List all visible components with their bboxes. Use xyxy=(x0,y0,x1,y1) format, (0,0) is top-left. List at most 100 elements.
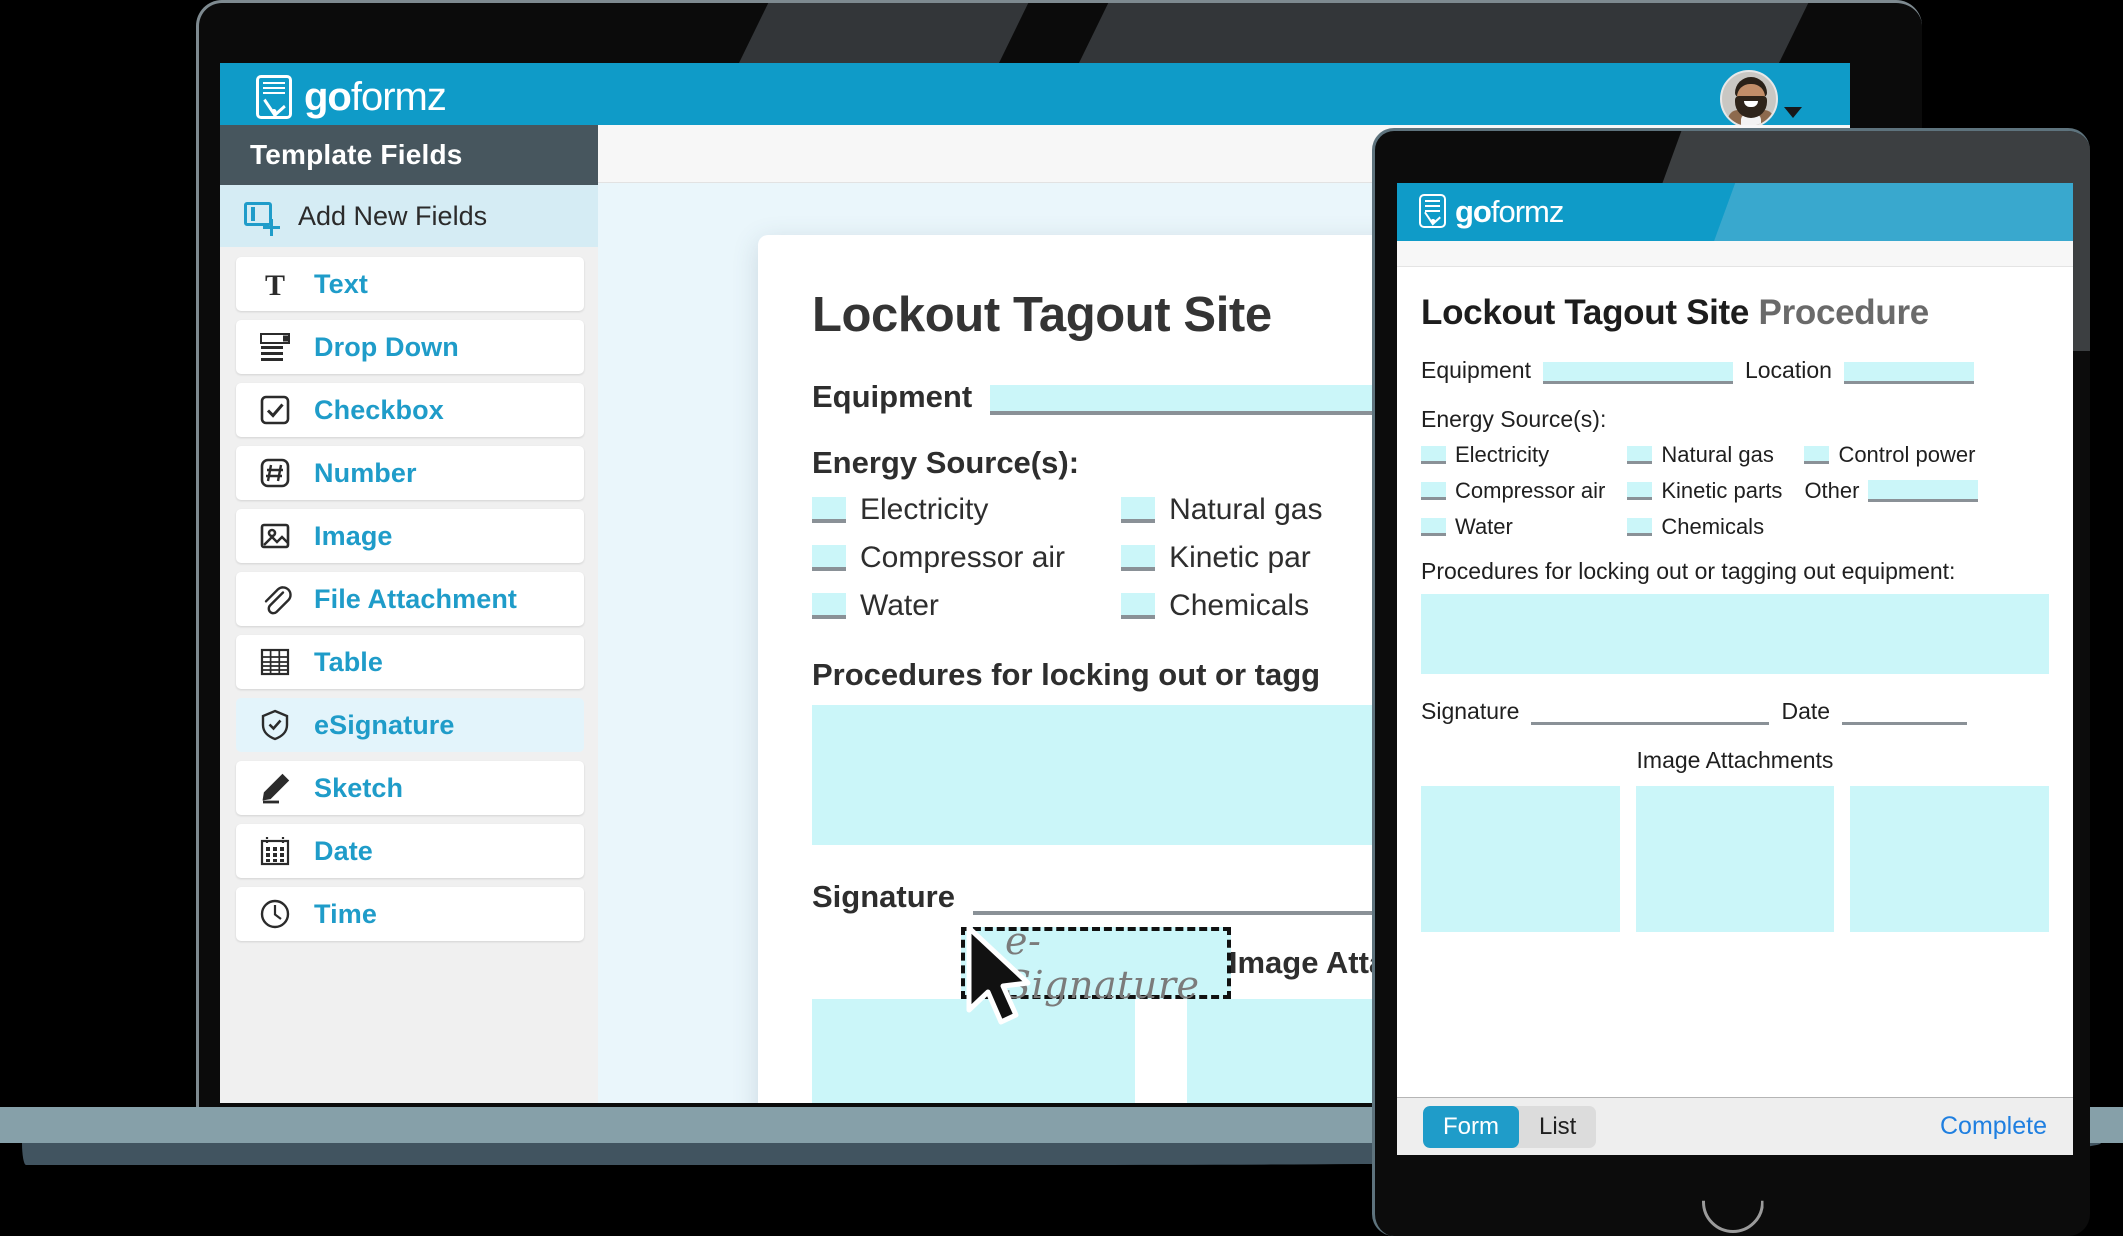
sidebar-item-date[interactable]: Date xyxy=(236,824,584,878)
checkbox-row[interactable]: Natural gas xyxy=(1627,442,1782,468)
checkbox-label: Electricity xyxy=(860,493,989,526)
text-icon: T xyxy=(256,265,294,303)
checkbox-label: Chemicals xyxy=(1169,589,1310,622)
checkbox-row[interactable]: Electricity xyxy=(812,493,1065,527)
app-header: goformz xyxy=(220,63,1850,128)
checkbox-kinetic-parts[interactable] xyxy=(1121,545,1156,571)
calendar-icon xyxy=(256,832,294,870)
other-row[interactable]: Other xyxy=(1804,478,1979,504)
avatar[interactable] xyxy=(1720,70,1778,128)
home-button[interactable] xyxy=(1701,1200,1764,1233)
checkbox-natural-gas[interactable] xyxy=(1627,446,1653,464)
checkbox-row[interactable]: Natural gas xyxy=(1121,493,1322,527)
checkbox-compressor-air[interactable] xyxy=(1421,482,1446,500)
checkbox-row[interactable]: Compressor air xyxy=(1421,478,1605,504)
tab-list[interactable]: List xyxy=(1519,1106,1596,1148)
logo-formz: formz xyxy=(350,75,447,119)
goformz-logo[interactable]: goformz xyxy=(256,75,447,119)
checkbox-control-power[interactable] xyxy=(1804,446,1830,464)
sidebar-item-time[interactable]: Time xyxy=(236,887,584,941)
sidebar-item-label: Image xyxy=(314,520,393,551)
sidebar-item-text[interactable]: T Text xyxy=(236,257,584,311)
sidebar-item-label: Time xyxy=(314,898,377,929)
sidebar-item-label: Table xyxy=(314,646,384,677)
checkbox-row[interactable]: Kinetic par xyxy=(1121,541,1322,575)
equipment-label: Equipment xyxy=(812,379,973,414)
view-mode-segmented-control[interactable]: Form List xyxy=(1423,1105,1597,1148)
checkbox-row[interactable]: Electricity xyxy=(1421,442,1605,468)
checkbox-row[interactable]: Chemicals xyxy=(1627,514,1782,540)
attachment-slot[interactable] xyxy=(1850,786,2050,932)
add-new-fields-button[interactable]: Add New Fields xyxy=(220,185,598,247)
goformz-logo[interactable]: goformz xyxy=(1419,193,1564,229)
checkbox-chemicals[interactable] xyxy=(1121,593,1156,619)
checkbox-kinetic-parts[interactable] xyxy=(1627,482,1653,500)
equipment-input[interactable] xyxy=(990,385,1411,415)
checkbox-row[interactable]: Water xyxy=(1421,514,1605,540)
checkbox-label: Kinetic parts xyxy=(1661,478,1783,503)
title-gray: Procedure xyxy=(1758,293,1930,332)
logo-go: go xyxy=(304,75,352,119)
energy-column-2: Natural gas Kinetic par Chemicals xyxy=(1121,493,1322,623)
other-input[interactable] xyxy=(1868,480,1979,502)
signature-input[interactable] xyxy=(1531,703,1770,725)
attachment-slot[interactable] xyxy=(1635,786,1835,932)
sidebar-item-label: Number xyxy=(314,457,417,488)
checkbox-label: Water xyxy=(1455,514,1513,539)
signature-date-row: Signature Date xyxy=(1421,698,2049,725)
energy-column-1: Electricity Compressor air Water xyxy=(812,493,1065,623)
checkbox-row[interactable]: Water xyxy=(812,589,1065,623)
image-icon xyxy=(256,517,294,555)
svg-text:T: T xyxy=(265,269,285,302)
sidebar-item-number[interactable]: Number xyxy=(236,446,584,500)
checkbox-label: Kinetic par xyxy=(1169,541,1311,574)
checkbox-chemicals[interactable] xyxy=(1627,518,1653,536)
user-menu[interactable] xyxy=(1720,70,1802,128)
checkbox-water[interactable] xyxy=(812,593,846,619)
clock-icon xyxy=(256,895,294,933)
date-input[interactable] xyxy=(1842,703,1968,725)
checkbox-water[interactable] xyxy=(1421,518,1446,536)
mouse-cursor-icon xyxy=(966,925,1031,1025)
checkbox-electricity[interactable] xyxy=(812,497,846,523)
attachment-slot[interactable] xyxy=(1421,786,1620,932)
procedures-textarea[interactable] xyxy=(1421,594,2049,674)
equipment-input[interactable] xyxy=(1542,362,1733,384)
add-field-icon xyxy=(244,202,280,236)
sidebar-item-checkbox[interactable]: Checkbox xyxy=(236,383,584,437)
checkbox-electricity[interactable] xyxy=(1421,446,1446,464)
sidebar-item-sketch[interactable]: Sketch xyxy=(236,761,584,815)
checkbox-row[interactable]: Compressor air xyxy=(812,541,1065,575)
table-icon xyxy=(256,643,294,681)
add-new-fields-label: Add New Fields xyxy=(298,200,488,231)
sidebar-item-table[interactable]: Table xyxy=(236,635,584,689)
chevron-down-icon[interactable] xyxy=(1784,107,1802,118)
tablet-form[interactable]: Lockout Tagout Site Procedure Equipment … xyxy=(1397,267,2073,1097)
sidebar-item-esignature[interactable]: eSignature xyxy=(236,698,584,752)
energy-column-2: Natural gas Kinetic parts Chemicals xyxy=(1627,442,1782,540)
tab-form[interactable]: Form xyxy=(1423,1105,1519,1148)
checkbox-row[interactable]: Control power xyxy=(1804,442,1978,468)
checkbox-label: Water xyxy=(860,589,939,622)
sidebar-item-file-attachment[interactable]: File Attachment xyxy=(236,572,584,626)
goformz-tablet-icon xyxy=(256,75,292,119)
sidebar-item-image[interactable]: Image xyxy=(236,509,584,563)
energy-sources-group: Electricity Compressor air Water Natural… xyxy=(1421,442,2049,540)
logo-go: go xyxy=(1455,193,1492,229)
checkbox-label: Natural gas xyxy=(1169,493,1323,526)
complete-button[interactable]: Complete xyxy=(1940,1112,2047,1141)
energy-sources-title: Energy Source(s): xyxy=(1421,406,1607,432)
checkbox-row[interactable]: Kinetic parts xyxy=(1627,478,1782,504)
checkbox-natural-gas[interactable] xyxy=(1121,497,1156,523)
sidebar-item-drop-down[interactable]: Drop Down xyxy=(236,320,584,374)
goformz-tablet-icon xyxy=(1419,194,1446,228)
equipment-location-row: Equipment Location xyxy=(1421,357,2049,384)
checkbox-compressor-air[interactable] xyxy=(812,545,846,571)
sidebar-title: Template Fields xyxy=(250,139,463,170)
attachments-label: Image Attachments xyxy=(1636,747,1834,773)
location-input[interactable] xyxy=(1843,362,1974,384)
goformz-wordmark: goformz xyxy=(1455,193,1564,229)
checkbox-row[interactable]: Chemicals xyxy=(1121,589,1322,623)
energy-column-1: Electricity Compressor air Water xyxy=(1421,442,1605,540)
tablet-device: goformz Lockout Tagout Site Procedure Eq… xyxy=(1372,128,2090,1236)
